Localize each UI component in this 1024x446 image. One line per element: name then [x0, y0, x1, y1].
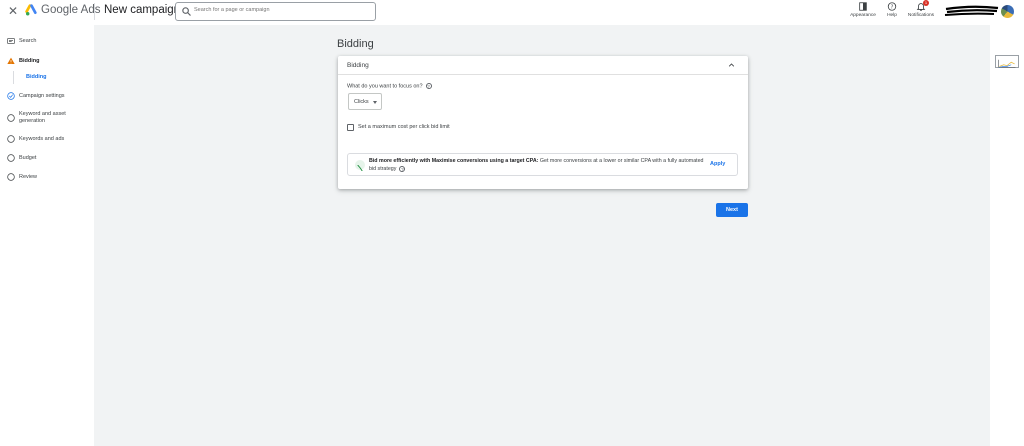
recommendation-banner: Bid more efficiently with Maximise conve…: [347, 153, 738, 176]
page-title: New campaign: [104, 4, 181, 16]
header-divider: [94, 3, 95, 20]
help-button[interactable]: ? Help: [882, 1, 902, 25]
notifications-label: Notifications: [907, 13, 935, 18]
trend-arrow-icon: [357, 165, 363, 171]
focus-question-text: What do you want to focus on?: [347, 83, 423, 90]
top-bar: ✕ Google Ads New campaign Appearance ? H…: [0, 0, 1024, 25]
appearance-icon: [859, 2, 867, 11]
search-box[interactable]: [175, 2, 376, 21]
section-title: Bidding: [337, 38, 374, 50]
redacted-account-name: [944, 5, 999, 16]
sidebar-item-label: Keyword and asset generation: [19, 111, 66, 124]
search-campaign-icon: [7, 38, 15, 44]
avatar[interactable]: [1001, 5, 1014, 18]
apply-button[interactable]: Apply: [710, 161, 725, 167]
circle-icon: [7, 154, 15, 162]
subnav-line: [13, 71, 14, 84]
appearance-label: Appearance: [850, 13, 876, 18]
recommendation-bold: Bid more efficiently with Maximise conve…: [369, 158, 539, 164]
sidebar-item-label: Search: [19, 38, 37, 44]
dropdown-arrow-icon: [373, 101, 377, 104]
max-cpc-checkbox[interactable]: [347, 124, 354, 131]
trend-icon: [355, 160, 365, 171]
preview-thumbnail[interactable]: [995, 55, 1019, 68]
svg-text:?: ?: [891, 4, 894, 10]
sidebar-subitem-bidding[interactable]: Bidding: [26, 74, 46, 80]
circle-icon: [7, 173, 15, 181]
focus-question: What do you want to focus on??: [347, 83, 432, 89]
appearance-button[interactable]: Appearance: [848, 1, 878, 25]
notification-badge: 1: [923, 0, 929, 6]
close-icon[interactable]: ✕: [8, 5, 18, 17]
right-panel: [990, 25, 1024, 446]
sidebar-item-label: Campaign settings: [19, 93, 65, 99]
sidebar-item-label: Keywords and ads: [19, 136, 65, 142]
notifications-button[interactable]: 1 Notifications: [905, 0, 937, 25]
help-icon[interactable]: ?: [399, 165, 406, 172]
search-input[interactable]: [194, 7, 364, 13]
help-label: Help: [887, 13, 897, 18]
sidebar: Search Bidding Bidding Campaign settings…: [0, 25, 94, 446]
circle-icon: [7, 114, 15, 122]
warning-icon: [7, 57, 15, 64]
sidebar-item-label: Budget: [19, 155, 37, 161]
focus-select[interactable]: Clicks: [348, 93, 382, 110]
recommendation-text: Bid more efficiently with Maximise conve…: [369, 157, 709, 173]
brand-name: Google Ads: [41, 4, 101, 16]
focus-select-value: Clicks: [354, 99, 369, 105]
next-button[interactable]: Next: [716, 203, 748, 217]
sidebar-item-label: Review: [19, 174, 38, 180]
sidebar-item-label: Bidding: [19, 58, 40, 64]
circle-icon: [7, 135, 15, 143]
google-ads-logo: [25, 4, 37, 16]
help-icon[interactable]: ?: [425, 83, 432, 89]
card-title: Bidding: [347, 62, 369, 69]
help-icon: ?: [887, 2, 897, 11]
chevron-up-icon[interactable]: [727, 61, 736, 69]
chart-thumbnail-icon: [998, 59, 1016, 68]
bidding-card: Bidding What do you want to focus on?? C…: [338, 56, 748, 189]
max-cpc-label: Set a maximum cost per click bid limit: [358, 124, 450, 130]
card-header[interactable]: Bidding: [338, 56, 748, 75]
search-icon: [182, 7, 191, 16]
check-circle-icon: [7, 92, 15, 100]
